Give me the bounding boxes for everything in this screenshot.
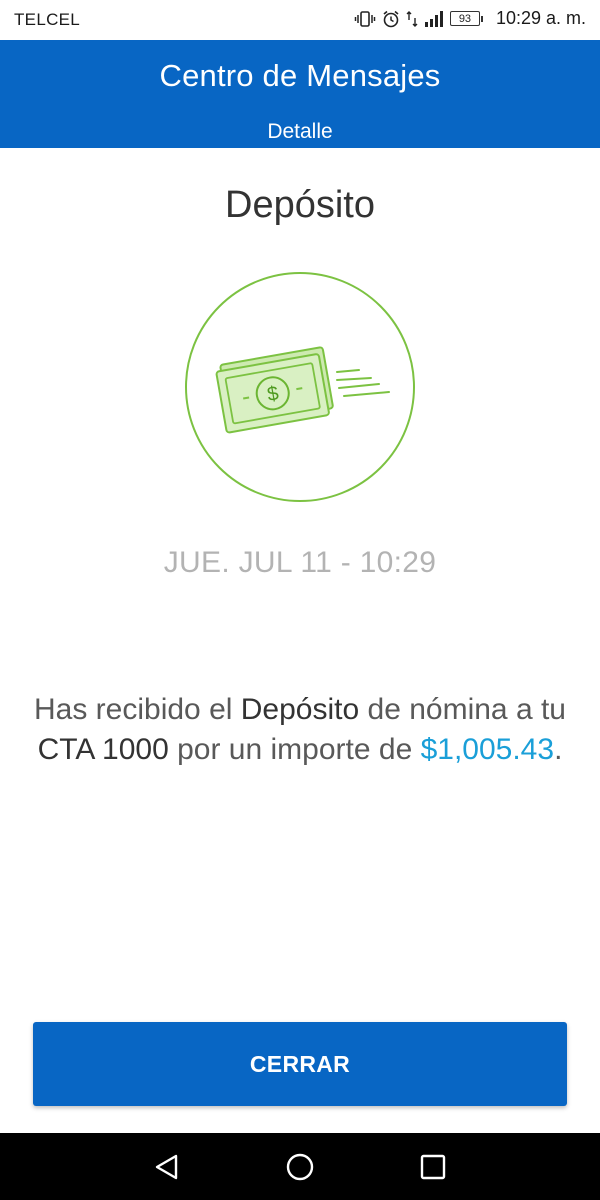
account-label: CTA 1000 [37, 733, 169, 766]
close-button[interactable]: CERRAR [33, 1022, 567, 1106]
deposit-amount: $1,005.43 [420, 733, 555, 766]
recent-apps-icon[interactable] [417, 1151, 449, 1183]
body-text: por un importe de [168, 733, 421, 766]
deposit-illustration: $ [185, 272, 415, 502]
back-icon[interactable] [151, 1151, 183, 1183]
clock: 10:29 a. m. [495, 8, 586, 28]
status-bar: TELCEL 93 10:29 a. m. [0, 0, 600, 40]
vibrate-icon [354, 10, 376, 28]
money-bill-icon: $ [215, 346, 390, 434]
header-subtitle: Detalle [267, 120, 333, 143]
body-text: de nómina a tu [359, 693, 566, 726]
app-header: Centro de Mensajes Detalle [0, 40, 600, 148]
alarm-icon [382, 10, 400, 28]
body-text: . [554, 733, 563, 766]
carrier-name: TELCEL [14, 10, 81, 29]
body-text: Has recibido el [34, 693, 241, 726]
data-arrows-icon [406, 10, 418, 28]
status-icons: 93 10:29 a. m. [354, 8, 586, 29]
message-body: Has recibido el Depósito de nómina a tu … [20, 690, 580, 770]
navigation-bar [0, 1133, 600, 1200]
screen: TELCEL 93 10:29 a. m. Centro de Mensajes… [0, 0, 600, 1200]
message-date: JUE. JUL 11 - 10:29 [163, 546, 437, 579]
signal-icon [424, 10, 444, 28]
battery-icon: 93 [449, 11, 483, 26]
deposit-label: Depósito [240, 693, 360, 726]
message-title: Depósito [225, 184, 375, 226]
home-icon[interactable] [284, 1151, 316, 1183]
header-title: Centro de Mensajes [159, 58, 441, 93]
